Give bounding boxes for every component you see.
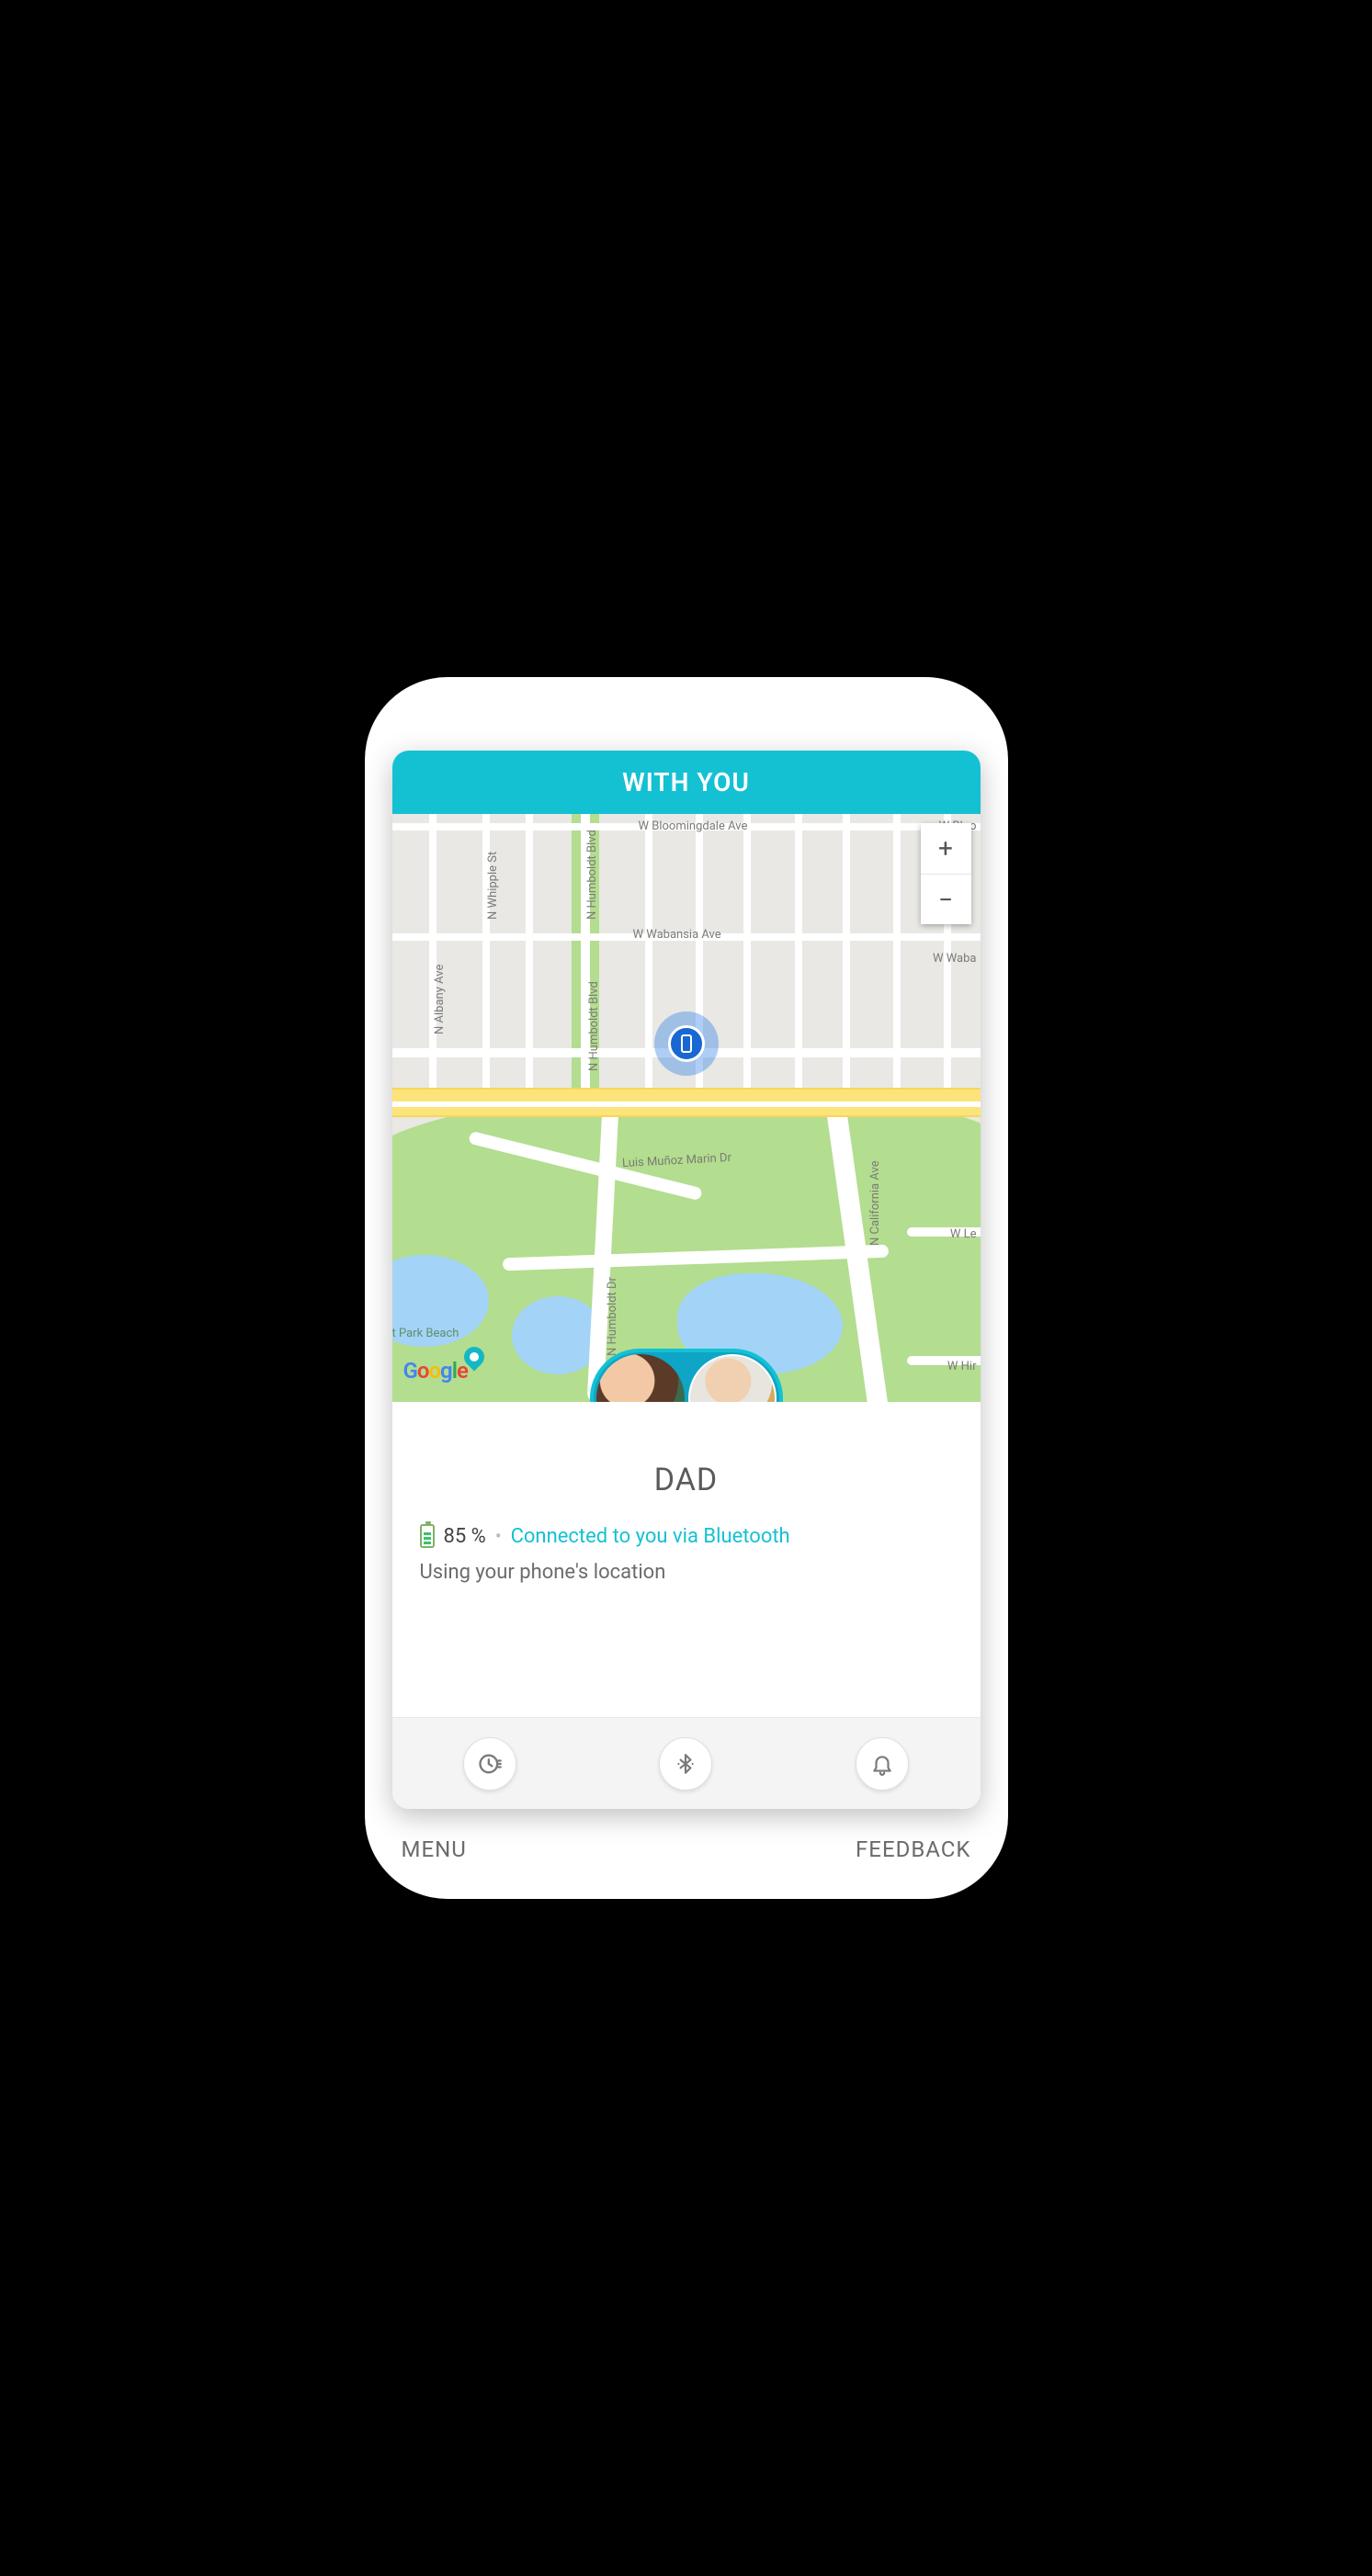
phone-location-icon [668,1025,705,1062]
street-label: N Humboldt Dr [606,1277,619,1356]
map-background: W Bloomingdale Ave W Bloo N Humboldt Blv… [392,814,981,1402]
street-label: N Whipple St [486,852,500,920]
street-label: N Humboldt Blvd [585,830,599,920]
map-attribution: Google [403,1358,468,1384]
menu-button[interactable]: MENU [402,1836,467,1862]
header-bar: WITH YOU [392,751,981,814]
history-button[interactable] [463,1737,516,1791]
zoom-controls: + − [921,823,971,924]
feedback-button[interactable]: FEEDBACK [856,1836,970,1862]
notifications-button[interactable] [856,1737,909,1791]
status-row: 85 % • Connected to you via Bluetooth [420,1524,953,1548]
street-label: W Waba [933,952,977,966]
frame-footer: MENU FEEDBACK [392,1809,981,1871]
bluetooth-button[interactable] [659,1737,712,1791]
current-location-marker[interactable] [654,1011,719,1076]
selected-person-name: DAD [420,1462,953,1498]
header-title: WITH YOU [622,767,750,797]
map-view[interactable]: W Bloomingdale Ave W Bloo N Humboldt Blv… [392,814,981,1402]
street-label: W Wabansia Ave [633,928,721,942]
location-source-text: Using your phone's location [420,1561,953,1584]
bluetooth-icon [674,1752,697,1776]
people-selector[interactable] [590,1349,783,1402]
zoom-in-button[interactable]: + [921,823,971,874]
phone-icon [681,1034,692,1053]
battery-percent: 85 % [444,1525,486,1548]
bottom-toolbar [392,1717,981,1809]
zoom-out-button[interactable]: − [921,874,971,924]
app-screen: WITH YOU [392,751,981,1809]
battery-icon [420,1524,435,1548]
avatar-dad[interactable] [688,1354,777,1402]
history-icon [477,1751,503,1777]
bell-icon [870,1752,894,1776]
street-label: W Hir [947,1360,977,1373]
phone-frame: WITH YOU [365,677,1008,1899]
street-label: N Humboldt Blvd [587,981,601,1071]
street-label: N California Ave [868,1160,882,1246]
street-label: W Bloomingdale Ave [639,819,748,833]
street-label: N Albany Ave [433,965,447,1034]
separator-dot: • [495,1525,502,1547]
map-major-road [392,1088,981,1117]
avatar-you[interactable] [596,1354,685,1402]
connection-status: Connected to you via Bluetooth [511,1525,790,1548]
poi-label: t Park Beach [392,1327,459,1340]
street-label: W Le [950,1227,977,1241]
info-panel: DAD 85 % • Connected to you via Bluetoot… [392,1402,981,1717]
